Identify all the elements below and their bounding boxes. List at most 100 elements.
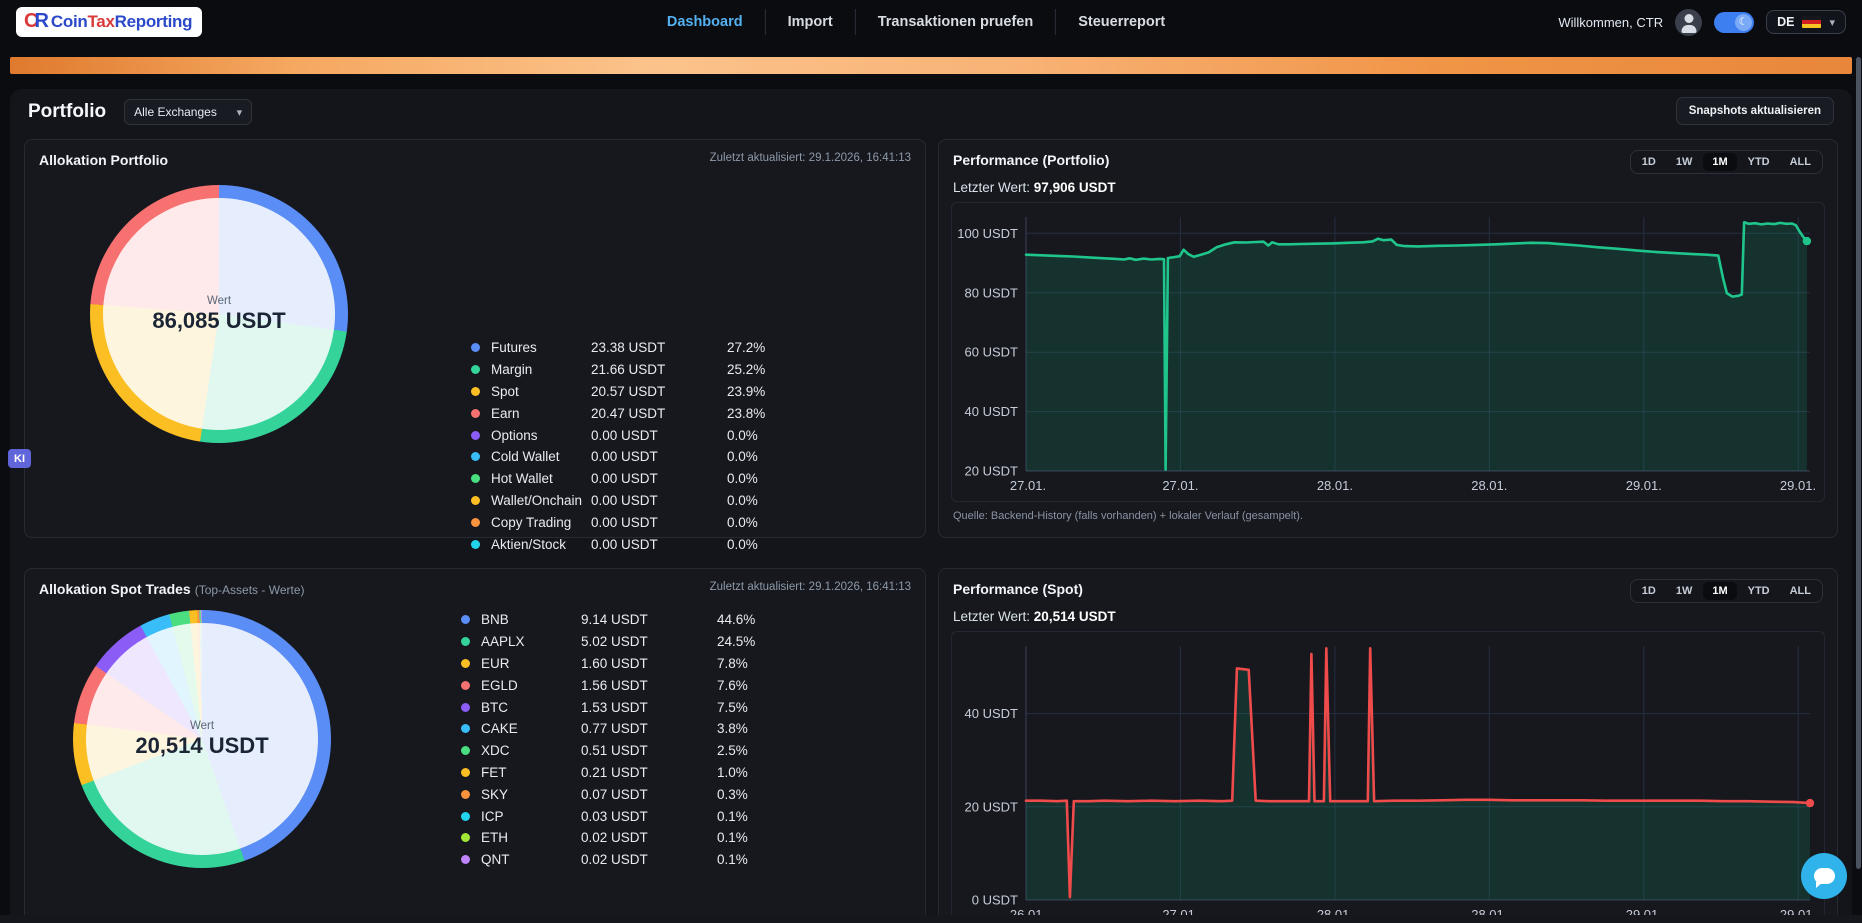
- legend-label: ETH: [481, 830, 581, 845]
- range-button-ytd[interactable]: YTD: [1739, 582, 1779, 600]
- svg-text:0 USDT: 0 USDT: [972, 893, 1018, 908]
- legend-color-dot: [461, 746, 470, 755]
- chat-bubble-icon: [1814, 868, 1835, 884]
- nav-separator: [855, 9, 856, 35]
- portfolio-performance-line-chart: 20 USDT40 USDT60 USDT80 USDT100 USDT27.0…: [951, 202, 1825, 502]
- nav-item-import[interactable]: Import: [788, 14, 833, 30]
- range-button-ytd[interactable]: YTD: [1739, 153, 1779, 171]
- legend-label: BTC: [481, 700, 581, 715]
- legend-row: CAKE0.77 USDT3.8%: [461, 718, 787, 740]
- legend-row: XDC0.51 USDT2.5%: [461, 740, 787, 762]
- ki-drawer-badge[interactable]: KI: [8, 449, 31, 468]
- legend-percent: 0.0%: [727, 537, 797, 552]
- range-button-1m[interactable]: 1M: [1703, 582, 1736, 600]
- svg-text:27.01.: 27.01.: [1010, 478, 1046, 493]
- legend-color-dot: [461, 812, 470, 821]
- legend-percent: 2.5%: [717, 743, 787, 758]
- svg-text:80 USDT: 80 USDT: [965, 285, 1019, 300]
- legend-value: 0.07 USDT: [581, 787, 717, 802]
- exchange-filter-select[interactable]: Alle Exchanges ▾: [124, 99, 252, 125]
- welcome-text: Willkommen, CTR: [1558, 15, 1663, 30]
- legend-label: CAKE: [481, 721, 581, 736]
- performance-portfolio-card: Performance (Portfolio) 1D1W1MYTDALL Let…: [938, 139, 1838, 538]
- legend-label: Options: [491, 428, 591, 443]
- legend-color-dot: [461, 659, 470, 668]
- range-button-1d[interactable]: 1D: [1633, 582, 1665, 600]
- legend-value: 0.21 USDT: [581, 765, 717, 780]
- nav-item-transaktionen-pruefen[interactable]: Transaktionen pruefen: [878, 14, 1034, 30]
- legend-row: Options0.00 USDT0.0%: [471, 424, 797, 446]
- legend-row: Wallet/Onchain0.00 USDT0.0%: [471, 490, 797, 512]
- legend-color-dot: [471, 409, 480, 418]
- horizontal-scrollbar-track[interactable]: [0, 915, 1862, 923]
- legend-percent: 7.8%: [717, 656, 787, 671]
- legend-value: 0.00 USDT: [591, 537, 727, 552]
- range-button-all[interactable]: ALL: [1781, 582, 1820, 600]
- time-range-selector: 1D1W1MYTDALL: [1630, 150, 1823, 174]
- legend-value: 0.00 USDT: [591, 515, 727, 530]
- legend-row: EUR1.60 USDT7.8%: [461, 653, 787, 675]
- time-range-selector: 1D1W1MYTDALL: [1630, 579, 1823, 603]
- moon-icon: ☾: [1735, 14, 1752, 31]
- legend-row: Hot Wallet0.00 USDT0.0%: [471, 468, 797, 490]
- range-button-1m[interactable]: 1M: [1703, 153, 1736, 171]
- range-button-1w[interactable]: 1W: [1667, 153, 1702, 171]
- dark-mode-toggle[interactable]: ☾: [1714, 12, 1754, 33]
- legend-value: 0.00 USDT: [591, 428, 727, 443]
- legend-percent: 24.5%: [717, 634, 787, 649]
- legend-value: 0.77 USDT: [581, 721, 717, 736]
- svg-text:100 USDT: 100 USDT: [957, 226, 1018, 241]
- legend-color-dot: [461, 681, 470, 690]
- language-code: DE: [1777, 15, 1794, 29]
- performance-spot-card: Performance (Spot) 1D1W1MYTDALL Letzter …: [938, 568, 1838, 923]
- app-logo[interactable]: CR CoinTaxReporting: [16, 7, 202, 37]
- vertical-scrollbar[interactable]: [1856, 57, 1861, 869]
- pie-center-label: Wert 20,514 USDT: [73, 610, 331, 868]
- legend-row: BNB9.14 USDT44.6%: [461, 609, 787, 631]
- legend-color-dot: [471, 431, 480, 440]
- legend-percent: 44.6%: [717, 612, 787, 627]
- card-title: Allokation Portfolio: [39, 152, 168, 168]
- nav-item-dashboard[interactable]: Dashboard: [667, 14, 743, 30]
- legend-label: QNT: [481, 852, 581, 867]
- range-button-all[interactable]: ALL: [1781, 153, 1820, 171]
- person-icon: [1684, 14, 1693, 23]
- spot-allocation-legend: BNB9.14 USDT44.6%AAPLX5.02 USDT24.5%EUR1…: [461, 609, 787, 871]
- legend-label: Wallet/Onchain: [491, 493, 591, 508]
- language-selector[interactable]: DE ▾: [1766, 10, 1846, 34]
- card-title: Performance (Portfolio): [953, 152, 1109, 168]
- page-title: Portfolio: [28, 101, 106, 123]
- legend-value: 0.00 USDT: [591, 471, 727, 486]
- legend-value: 0.02 USDT: [581, 830, 717, 845]
- legend-percent: 0.1%: [717, 852, 787, 867]
- svg-text:27.01.: 27.01.: [1162, 478, 1198, 493]
- legend-label: Earn: [491, 406, 591, 421]
- nav-item-steuerreport[interactable]: Steuerreport: [1078, 14, 1165, 30]
- last-updated-text: Zuletzt aktualisiert: 29.1.2026, 16:41:1…: [710, 581, 911, 593]
- legend-color-dot: [471, 540, 480, 549]
- legend-row: AAPLX5.02 USDT24.5%: [461, 631, 787, 653]
- legend-value: 0.02 USDT: [581, 852, 717, 867]
- logo-mark-icon: CR: [24, 10, 45, 33]
- legend-color-dot: [461, 855, 470, 864]
- svg-text:28.01.: 28.01.: [1317, 478, 1353, 493]
- legend-percent: 0.0%: [727, 471, 797, 486]
- last-value-text: Letzter Wert: 97,906 USDT: [953, 180, 1116, 195]
- legend-label: XDC: [481, 743, 581, 758]
- legend-label: Hot Wallet: [491, 471, 591, 486]
- legend-color-dot: [461, 724, 470, 733]
- snapshots-refresh-button[interactable]: Snapshots aktualisieren: [1676, 97, 1834, 125]
- legend-percent: 0.0%: [727, 515, 797, 530]
- legend-label: Aktien/Stock: [491, 537, 591, 552]
- portfolio-allocation-pie-chart: Wert 86,085 USDT: [90, 185, 348, 443]
- range-button-1d[interactable]: 1D: [1633, 153, 1665, 171]
- user-avatar[interactable]: [1675, 9, 1702, 36]
- legend-percent: 7.6%: [717, 678, 787, 693]
- spot-performance-line-chart: 0 USDT20 USDT40 USDT26.01.27.01.28.01.28…: [951, 631, 1825, 923]
- legend-value: 0.03 USDT: [581, 809, 717, 824]
- legend-color-dot: [461, 615, 470, 624]
- range-button-1w[interactable]: 1W: [1667, 582, 1702, 600]
- legend-label: Copy Trading: [491, 515, 591, 530]
- chat-widget-button[interactable]: [1801, 853, 1847, 899]
- chevron-down-icon: ▾: [237, 106, 243, 119]
